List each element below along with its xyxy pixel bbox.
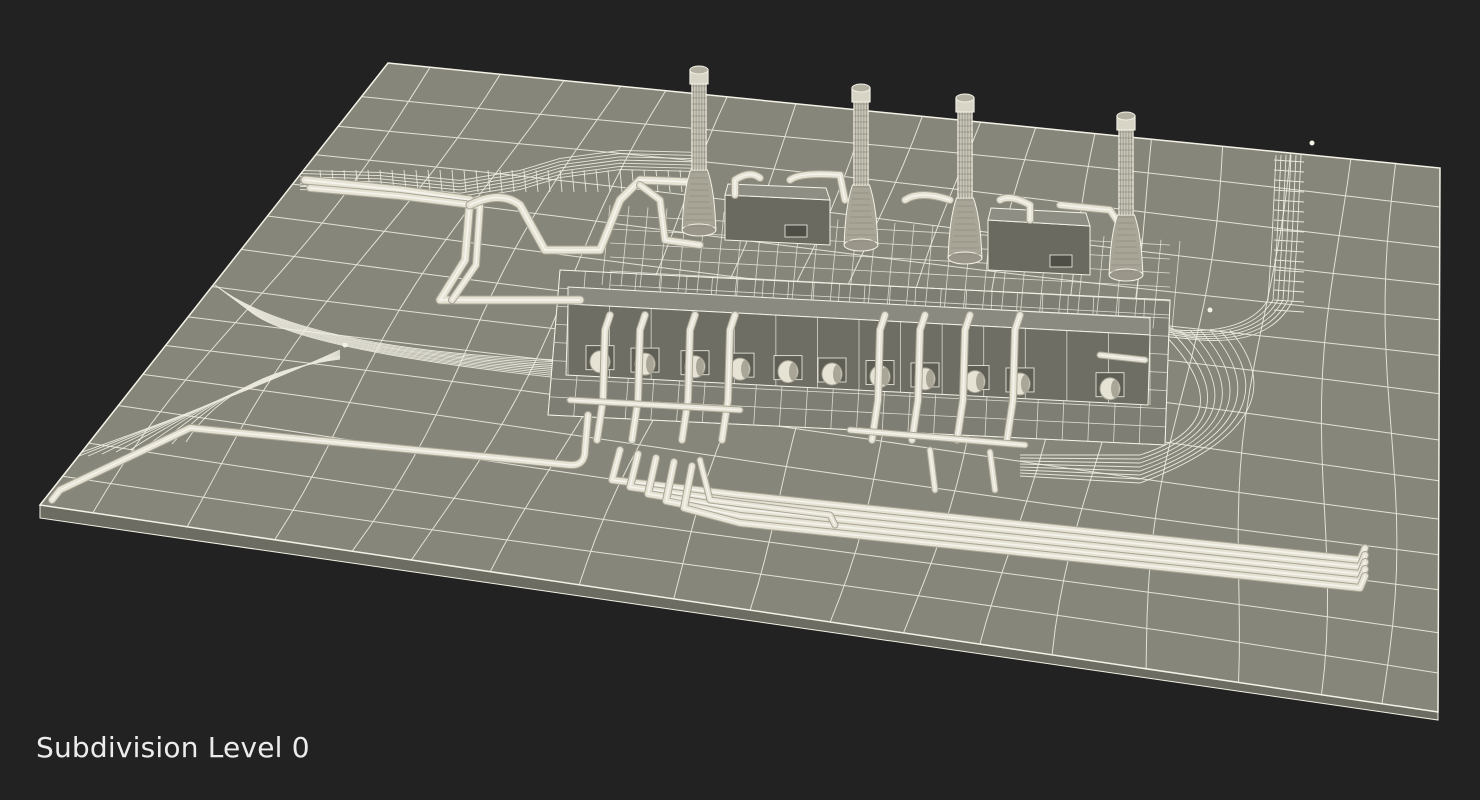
viewport: Subdivision Level 0 — [0, 0, 1480, 800]
power-plant-wireframe-render — [38, 62, 1441, 721]
subdivision-level-caption: Subdivision Level 0 — [36, 731, 310, 764]
